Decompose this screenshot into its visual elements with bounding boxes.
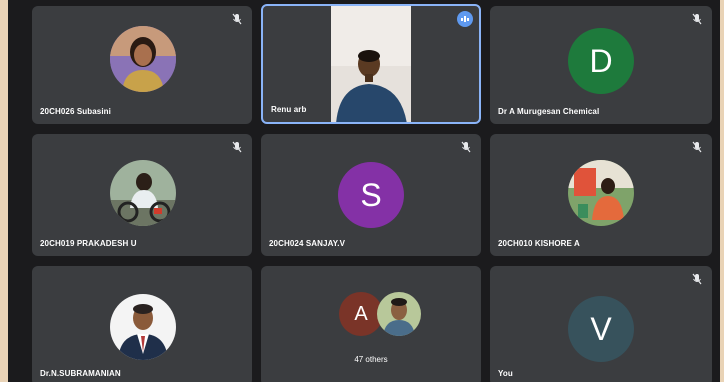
meeting-grid: 20CH026 Subasini Renu arb D Dr A Muruges… bbox=[8, 0, 720, 382]
mic-off-icon bbox=[691, 13, 703, 25]
avatar: D bbox=[568, 28, 634, 94]
avatar: S bbox=[338, 162, 404, 228]
participant-name: 20CH026 Subasini bbox=[40, 107, 111, 116]
avatar: V bbox=[568, 296, 634, 362]
avatar bbox=[377, 292, 421, 336]
video-feed bbox=[331, 6, 411, 122]
avatar bbox=[110, 160, 176, 226]
avatar bbox=[568, 160, 634, 226]
participant-name: Dr A Murugesan Chemical bbox=[498, 107, 600, 116]
mic-off-icon bbox=[460, 141, 472, 153]
participant-name: 20CH024 SANJAY.V bbox=[269, 239, 346, 248]
mic-off-icon bbox=[231, 13, 243, 25]
participant-name: 20CH019 PRAKADESH U bbox=[40, 239, 137, 248]
mic-off-icon bbox=[691, 273, 703, 285]
others-tile[interactable]: A 47 others bbox=[261, 266, 481, 382]
mic-off-icon bbox=[691, 141, 703, 153]
participant-tile[interactable]: S 20CH024 SANJAY.V bbox=[261, 134, 481, 256]
others-count: 47 others bbox=[354, 355, 388, 364]
participant-name: 20CH010 KISHORE A bbox=[498, 239, 580, 248]
avatar-initial: S bbox=[360, 176, 382, 213]
participant-tile[interactable]: 20CH010 KISHORE A bbox=[490, 134, 712, 256]
participant-tile[interactable]: Dr.N.SUBRAMANIAN bbox=[32, 266, 252, 382]
avatar bbox=[110, 26, 176, 92]
avatar bbox=[110, 294, 176, 360]
participant-tile[interactable]: 20CH026 Subasini bbox=[32, 6, 252, 124]
participant-name: Dr.N.SUBRAMANIAN bbox=[40, 369, 121, 378]
participant-name: You bbox=[498, 369, 513, 378]
participant-tile[interactable]: V You bbox=[490, 266, 712, 382]
mic-off-icon bbox=[231, 141, 243, 153]
audio-indicator-icon bbox=[457, 11, 473, 27]
participant-name: Renu arb bbox=[271, 105, 307, 114]
avatar-initial: V bbox=[590, 310, 612, 347]
participant-tile[interactable]: D Dr A Murugesan Chemical bbox=[490, 6, 712, 124]
avatar-initial: A bbox=[354, 302, 368, 325]
participant-tile-speaking[interactable]: Renu arb bbox=[261, 4, 481, 124]
avatar-initial: D bbox=[589, 42, 613, 79]
participant-tile[interactable]: 20CH019 PRAKADESH U bbox=[32, 134, 252, 256]
